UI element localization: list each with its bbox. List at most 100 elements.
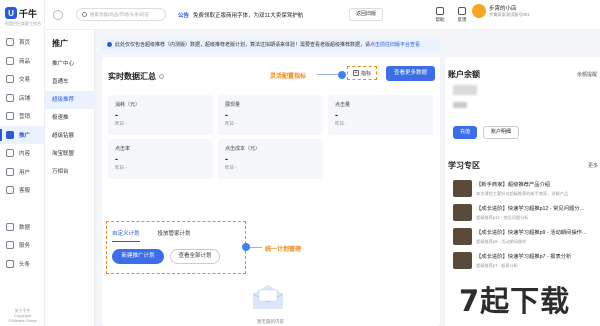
- stat-compare: 昨日 -: [225, 121, 237, 126]
- search-input[interactable]: 搜索功能/商品/市场/头条/问答: [76, 8, 166, 21]
- course-title: 【成长进阶】快速学习超推p12 - 常见问题分...: [476, 206, 585, 212]
- stat-compare: 昨日 -: [115, 165, 127, 170]
- search-placeholder: 搜索功能/商品/市场/头条/问答: [90, 11, 149, 17]
- sidebar-item-promotion[interactable]: 推广: [0, 125, 44, 144]
- secondary-nav-item[interactable]: 极速推: [45, 109, 94, 127]
- stat-label: 点击量: [335, 102, 351, 108]
- sidebar-item-home[interactable]: 首页: [0, 33, 44, 52]
- course-desc: 超级推荐p7 - 报表分析: [476, 263, 518, 268]
- recharge-button[interactable]: 充值: [453, 126, 477, 139]
- study-list-item[interactable]: 【成长进阶】快速学习超推p12 - 常见问题分... 超级推荐p12 - 常见问题…: [453, 204, 596, 224]
- sidebar-item-data[interactable]: 数据: [0, 218, 44, 237]
- info-icon: [107, 41, 112, 47]
- stat-card: 展现量 - 昨日 -: [218, 95, 323, 135]
- tab-managed-plan[interactable]: 投放管家计划: [158, 229, 191, 242]
- sidebar-item-label: 头条: [19, 261, 31, 268]
- course-text: 【成长进阶】快速学习超推p12 - 常见问题分... 超级推荐p12 - 常见问题…: [476, 204, 596, 224]
- info-banner-text: 此处仅仅包含超级推荐（内测版）数据，超级推荐老版计划，算法过拟期请来体验！需要查…: [115, 42, 371, 48]
- study-section-title: 学习专区: [448, 161, 480, 170]
- stat-value: -: [335, 110, 338, 120]
- help-button[interactable]: 帮助: [430, 7, 450, 23]
- news-icon: [6, 259, 14, 268]
- primary-nav-list: 首页商品交易店铺营销推广 内容 用户客服数据服务头条: [0, 33, 44, 273]
- unified-plan-annotation: 统一计划管理: [265, 247, 302, 253]
- sidebar-item-trade[interactable]: 交易: [0, 70, 44, 89]
- shop-account[interactable]: 步霄的小店 步霄家家测试账号001: [472, 4, 530, 18]
- secondary-nav-list: 推广中心 直通车 超级推荐 极速推 超级钻展 淘宝联盟 万相台: [45, 55, 94, 181]
- study-list-item[interactable]: 【新手商家】超级推荐产品介绍 本次课程主要针对超级推荐的新手商家，讲解产品: [453, 180, 596, 200]
- plus-icon: +: [352, 70, 359, 76]
- course-title: 【成长进阶】快速学习超推p9 - 活动期间操作...: [476, 230, 587, 236]
- collapse-sidebar-icon[interactable]: [53, 9, 63, 20]
- secondary-nav-item[interactable]: 淘宝联盟: [45, 145, 94, 163]
- app-logo[interactable]: U 千牛: [0, 0, 44, 20]
- realtime-section-title: 实时数据汇总: [108, 71, 164, 82]
- view-all-plans-button[interactable]: 查看全部计划: [170, 249, 220, 264]
- old-platform-link[interactable]: 点击前往旧版平台查看: [370, 42, 420, 48]
- course-thumbnail: [453, 252, 472, 269]
- secondary-nav-item[interactable]: 万相台: [45, 163, 94, 181]
- sidebar-item-label: 客服: [19, 188, 31, 195]
- sidebar-item-content[interactable]: 内容: [0, 144, 44, 163]
- secondary-nav-item[interactable]: 直通车: [45, 73, 94, 91]
- sidebar-item-marketing[interactable]: 营销: [0, 107, 44, 126]
- course-desc: 超级推荐p9 - 活动期间操作: [476, 239, 527, 244]
- stat-value: -: [115, 110, 118, 120]
- back-to-old-version-button[interactable]: 返回旧版: [349, 8, 383, 21]
- service-icon: [6, 186, 14, 195]
- feedback-button[interactable]: 反馈: [452, 7, 472, 23]
- copyright-owner: ©Alibaba Group: [8, 318, 37, 323]
- home-icon: [6, 38, 14, 47]
- tab-custom-plan[interactable]: 自定义计划: [112, 229, 140, 242]
- question-icon[interactable]: [159, 74, 164, 79]
- annotation-connector: [250, 247, 262, 248]
- course-thumbnail: [453, 204, 472, 221]
- content-icon: [6, 149, 14, 158]
- plan-tabs: 自定义计划 投放管家计划: [112, 229, 209, 242]
- metric-config-button[interactable]: + 指标: [347, 66, 377, 80]
- new-plan-button[interactable]: 新建推广计划: [112, 249, 164, 264]
- sidebar-item-service[interactable]: 客服: [0, 181, 44, 200]
- notice-label: 公告: [178, 12, 190, 19]
- marketing-icon: [6, 112, 14, 121]
- sidebar-item-label: 营销: [19, 114, 31, 121]
- stat-label: 消耗（元）: [115, 102, 141, 108]
- stat-value: -: [115, 154, 118, 164]
- course-thumbnail: [453, 180, 472, 197]
- secondary-nav-item[interactable]: 超级推荐: [45, 91, 94, 109]
- logo-text: 千牛: [19, 8, 38, 19]
- sidebar-item-goods[interactable]: 商品: [0, 52, 44, 71]
- sidebar-item-user[interactable]: 用户: [0, 163, 44, 182]
- sidebar-item-label: 店铺: [19, 95, 31, 102]
- view-more-data-button[interactable]: 查看更多数据: [386, 66, 435, 81]
- stat-compare: 昨日 -: [115, 121, 127, 126]
- stat-compare: 昨日 -: [335, 121, 347, 126]
- metric-config-label: 指标: [360, 70, 371, 77]
- notice-text[interactable]: 免费领取正版商用字体，为双11大卖保驾护航: [193, 11, 303, 19]
- secondary-nav-item[interactable]: 推广中心: [45, 55, 94, 73]
- course-desc: 本次课程主要针对超级推荐的新手商家，讲解产品: [476, 191, 569, 196]
- primary-sidebar: U 千牛 阿里巴巴卖家工作台 首页 商品 交易 店铺 营销 推广 内容 用户 客服 数据 服务 头条 …: [0, 0, 45, 326]
- course-title: 【成长进阶】快速学习超推p7 - 报表分析: [476, 254, 572, 260]
- avatar: [472, 4, 486, 18]
- secondary-nav-item[interactable]: 超级钻展: [45, 127, 94, 145]
- sidebar-item-news[interactable]: 头条: [0, 255, 44, 274]
- account-detail-button[interactable]: 账户明细: [483, 126, 519, 139]
- sidebar-item-shop[interactable]: 店铺: [0, 89, 44, 108]
- annotation-dot: [338, 71, 346, 79]
- study-more-link[interactable]: 更多: [588, 162, 598, 169]
- stat-compare: 昨日 -: [225, 165, 237, 170]
- sidebar-item-label: 服务: [19, 243, 31, 250]
- sidebar-item-label: 商品: [19, 58, 31, 65]
- sidebar-item-apps[interactable]: 服务: [0, 236, 44, 255]
- study-list-item[interactable]: 【成长进阶】快速学习超推p7 - 报表分析 超级推荐p7 - 报表分析: [453, 252, 596, 272]
- stat-label: 展现量: [225, 102, 241, 108]
- stat-card: 点击率 - 昨日 -: [108, 139, 213, 179]
- course-desc: 超级推荐p12 - 常见问题分析: [476, 215, 529, 220]
- empty-state-icon: [252, 285, 284, 309]
- study-list-item[interactable]: 【成长进阶】快速学习超推p9 - 活动期间操作... 超级推荐p9 - 活动期间操…: [453, 228, 596, 248]
- logo-mark: U: [5, 7, 17, 19]
- stat-card: 点击成本（元） - 昨日 -: [218, 139, 323, 179]
- trade-icon: [6, 75, 14, 84]
- balance-reminder-link[interactable]: 余额提醒: [577, 71, 597, 78]
